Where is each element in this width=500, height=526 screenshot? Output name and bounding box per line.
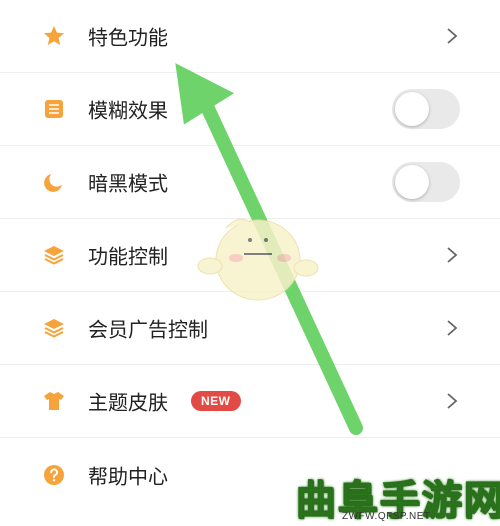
moon-icon	[42, 170, 66, 194]
help-icon	[42, 463, 66, 487]
shirt-icon	[42, 389, 66, 413]
toggle-knob	[395, 165, 429, 199]
layers-icon	[42, 243, 66, 267]
chevron-right-icon	[447, 247, 458, 263]
dark-mode-toggle[interactable]	[392, 162, 460, 202]
star-icon	[42, 24, 66, 48]
settings-item-blur[interactable]: 模糊效果	[0, 73, 500, 146]
settings-item-label: 特色功能	[88, 25, 168, 50]
settings-item-function-control[interactable]: 功能控制	[0, 219, 500, 292]
layers-icon	[42, 316, 66, 340]
settings-item-featured[interactable]: 特色功能	[0, 0, 500, 73]
settings-item-dark-mode[interactable]: 暗黑模式	[0, 146, 500, 219]
settings-item-member-ad-control[interactable]: 会员广告控制	[0, 292, 500, 365]
blur-toggle[interactable]	[392, 89, 460, 129]
chevron-right-icon	[447, 320, 458, 336]
watermark-url: ZWFW.QFSP.NET	[342, 511, 431, 522]
settings-item-label: 会员广告控制	[88, 317, 208, 342]
toggle-knob	[395, 92, 429, 126]
blur-icon	[42, 97, 66, 121]
settings-item-label: 主题皮肤	[88, 390, 168, 415]
chevron-right-icon	[447, 28, 458, 44]
settings-item-label: 功能控制	[88, 244, 168, 269]
settings-item-label: 暗黑模式	[88, 171, 168, 196]
new-badge: NEW	[191, 391, 241, 411]
settings-list: 特色功能 模糊效果 暗黑模式 功能控制 会员广告控制 主题皮肤 NEW 帮助中心	[0, 0, 500, 511]
chevron-right-icon	[447, 393, 458, 409]
settings-item-label: 帮助中心	[88, 464, 168, 488]
settings-item-label: 模糊效果	[88, 98, 168, 123]
settings-item-theme-skin[interactable]: 主题皮肤 NEW	[0, 365, 500, 438]
